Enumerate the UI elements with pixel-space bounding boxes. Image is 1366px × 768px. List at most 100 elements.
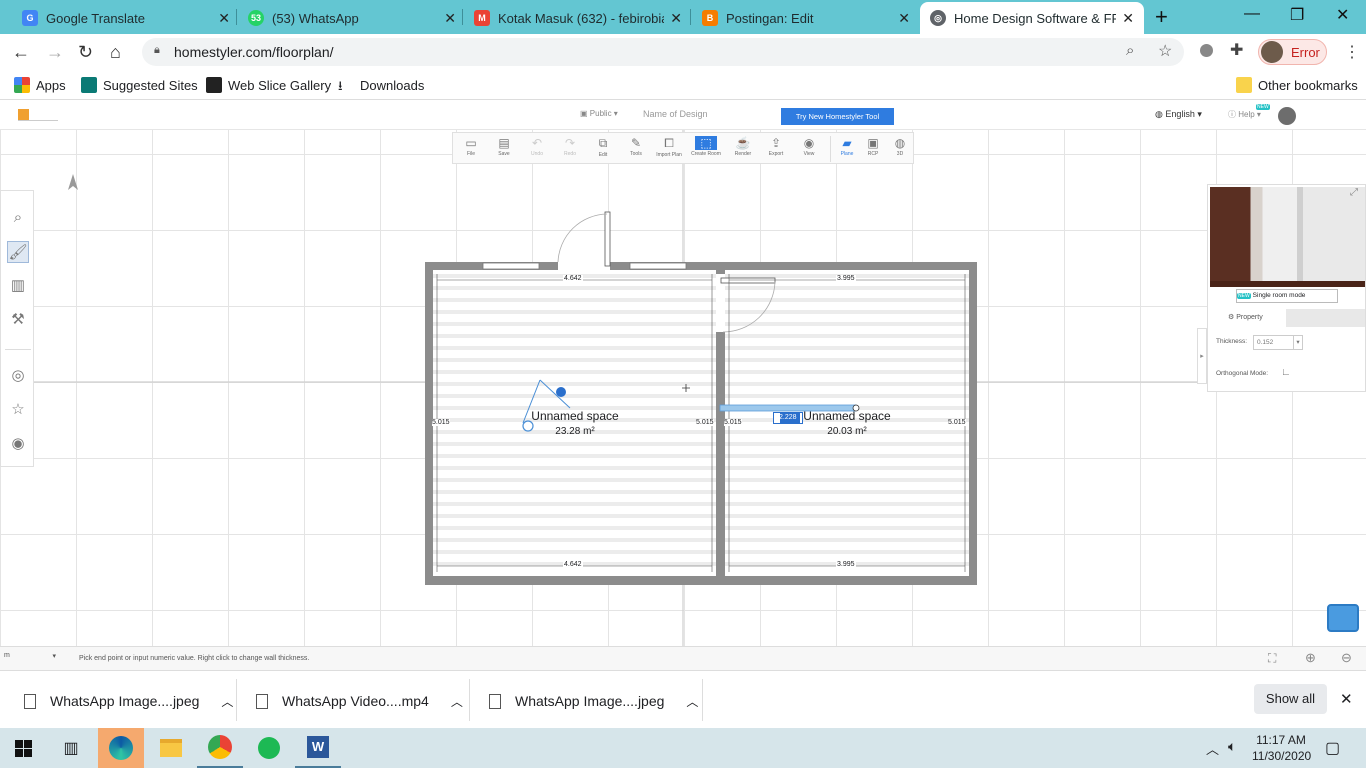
wall-length-input[interactable]: 2.228 (773, 412, 803, 424)
door[interactable] (604, 211, 611, 267)
minimize-icon[interactable]: — (1244, 5, 1260, 23)
layers-icon[interactable] (1327, 604, 1359, 632)
furniture-icon[interactable]: ▥ (7, 275, 29, 297)
bookmark-downloads[interactable]: ⭳ Downloads (338, 77, 424, 94)
expand-preview-icon[interactable]: ⤢ (1350, 187, 1358, 198)
chevron-up-icon[interactable]: ︿ (451, 693, 463, 710)
clock[interactable]: 11:17 AM 11/30/2020 (1252, 732, 1311, 764)
close-icon[interactable]: ✕ (898, 10, 910, 27)
fit-view-icon[interactable]: ⛶ (1268, 651, 1276, 666)
home-icon[interactable]: ⌂ (110, 42, 121, 63)
tools-button[interactable]: ✎ Tools (620, 135, 652, 163)
edit-button[interactable]: ⧉ Edit (587, 135, 619, 163)
bookmark-star-icon[interactable]: ☆ (1158, 41, 1172, 61)
chrome-icon[interactable] (197, 728, 243, 768)
chevron-up-icon[interactable]: ︿ (221, 693, 233, 710)
restore-icon[interactable]: ❐ (1290, 5, 1304, 25)
file-button[interactable]: ▭ File (455, 135, 487, 163)
task-view-icon[interactable]: ▥ (48, 728, 94, 768)
user-support-icon[interactable]: ◉ (7, 433, 29, 455)
help-menu[interactable]: ⓘ Help ▾ (1228, 109, 1261, 120)
search-icon[interactable]: ⌕ (7, 207, 29, 229)
tab-google-translate[interactable]: G Google Translate ✕ (12, 2, 240, 34)
property-tab[interactable]: ⚙︎ Property (1210, 309, 1286, 327)
bookmark-suggested-sites[interactable]: Suggested Sites (81, 77, 198, 93)
rotate-handle[interactable] (556, 387, 566, 397)
start-windows-icon[interactable] (0, 728, 46, 768)
export-button[interactable]: ⇪ Export (760, 135, 792, 163)
design-name-field[interactable]: Name of Design (643, 109, 708, 119)
back-icon[interactable]: ← (12, 42, 30, 63)
undo-button[interactable]: ↶ Undo (521, 135, 553, 163)
close-icon[interactable]: ✕ (218, 10, 230, 27)
omnibox[interactable]: 🔒︎ homestyler.com/floorplan/ ⌕ ☆ (142, 38, 1184, 66)
room-label[interactable]: Unnamed space 23.28 m² (520, 409, 630, 439)
extensions-puzzle-icon[interactable]: ✚ (1230, 40, 1243, 60)
favorite-icon[interactable]: ☆ (7, 399, 29, 421)
bookmark-apps[interactable]: Apps (14, 77, 66, 93)
word-icon[interactable]: W (295, 728, 341, 768)
try-new-tool-button[interactable]: Try New Homestyler Tool (781, 108, 894, 125)
volume-icon[interactable]: 🔈︎ (1228, 738, 1236, 755)
visibility-dropdown[interactable]: ▣ Public ▾ (580, 109, 618, 118)
room-3d-preview[interactable] (1210, 187, 1365, 287)
paint-icon[interactable]: 🖌︎ (7, 241, 29, 263)
profile-error-button[interactable]: Error (1258, 39, 1327, 65)
avatar[interactable] (1278, 107, 1296, 125)
spotify-icon[interactable] (246, 728, 292, 768)
unit-select[interactable]: m ▾ (4, 652, 56, 666)
render-button[interactable]: ☕ Render (727, 135, 759, 163)
save-button[interactable]: ▤ Save (488, 135, 520, 163)
tab-homestyler[interactable]: ◎ Home Design Software & FREE ✕ (920, 2, 1144, 34)
reload-icon[interactable]: ↻ (78, 42, 93, 63)
thickness-input[interactable]: 0.152 ▾ (1253, 335, 1303, 350)
chevron-up-icon[interactable]: ︿ (686, 693, 698, 710)
single-room-mode-toggle[interactable]: NEW Single room mode (1236, 289, 1338, 303)
tab-whatsapp[interactable]: 53 (53) WhatsApp ✕ (238, 2, 466, 34)
floorplan-canvas[interactable]: Unnamed space 23.28 m² Unnamed space 20.… (0, 130, 1366, 646)
notification-icon[interactable]: ▢ (1325, 738, 1340, 758)
window[interactable] (629, 262, 687, 270)
new-tab-button[interactable]: + (1155, 4, 1168, 30)
room-label[interactable]: Unnamed space 20.03 m² (792, 409, 902, 439)
room-area: 20.03 m² (827, 426, 867, 437)
download-item[interactable]: WhatsApp Image....jpeg ︿ (24, 687, 233, 715)
extension-record-icon[interactable] (1200, 44, 1213, 57)
hammer-icon[interactable]: ⚒︎ (7, 309, 29, 331)
import-plan-button[interactable]: ⧠ Import Plan (653, 135, 685, 163)
file-explorer-icon[interactable] (148, 728, 194, 768)
tray-chevron-icon[interactable]: ︿ (1206, 739, 1219, 758)
close-window-icon[interactable]: ✕ (1336, 5, 1349, 25)
forward-icon[interactable]: → (46, 42, 64, 63)
panel-collapse-handle[interactable]: ▸ (1197, 328, 1207, 384)
tab-blogger[interactable]: B Postingan: Edit ✕ (692, 2, 920, 34)
download-item[interactable]: WhatsApp Image....jpeg ︿ (489, 687, 698, 715)
bookmark-web-slice-gallery[interactable]: Web Slice Gallery (206, 77, 331, 93)
other-bookmarks[interactable]: Other bookmarks (1236, 77, 1358, 93)
language-selector[interactable]: ◍ English ▾ (1155, 109, 1202, 120)
zoom-icon[interactable]: ⌕ (1126, 42, 1134, 59)
main-toolbar: ▭ File ▤ Save ↶ Undo ↷ Redo ⧉ Edit ✎ Tools ⧠ Im… (452, 132, 914, 164)
web-slice-icon (206, 77, 222, 93)
redo-button[interactable]: ↷ Redo (554, 135, 586, 163)
compass-tool-icon[interactable]: ◎ (7, 365, 29, 387)
view-button[interactable]: ◉ View (793, 135, 825, 163)
create-room-button[interactable]: ⬚ Create Room (690, 135, 722, 163)
tab-gmail[interactable]: M Kotak Masuk (632) - febirobiant ✕ (464, 2, 692, 34)
zoom-in-icon[interactable]: ⊕ (1305, 650, 1316, 666)
floorplan-drawing[interactable] (0, 130, 1366, 646)
close-icon[interactable]: ✕ (1122, 10, 1134, 27)
homestyler-logo[interactable] (18, 109, 58, 121)
window[interactable] (482, 262, 540, 270)
property-panel: ⤢ NEW Single room mode ⚙︎ Property Thickn… (1207, 184, 1366, 392)
download-item[interactable]: WhatsApp Video....mp4 ︿ (256, 687, 463, 715)
close-icon[interactable]: ✕ (444, 10, 456, 27)
zoom-out-icon[interactable]: ⊖ (1341, 650, 1352, 666)
3d-view-button[interactable]: ◍ 3D (884, 135, 916, 163)
menu-kebab-icon[interactable]: ⋮ (1344, 42, 1360, 62)
edge-browser-icon[interactable] (98, 728, 144, 768)
close-download-bar-icon[interactable]: ✕ (1340, 690, 1353, 708)
show-all-button[interactable]: Show all (1254, 684, 1327, 714)
close-icon[interactable]: ✕ (670, 10, 682, 27)
orthogonal-mode-toggle[interactable]: ∟ (1281, 367, 1291, 378)
